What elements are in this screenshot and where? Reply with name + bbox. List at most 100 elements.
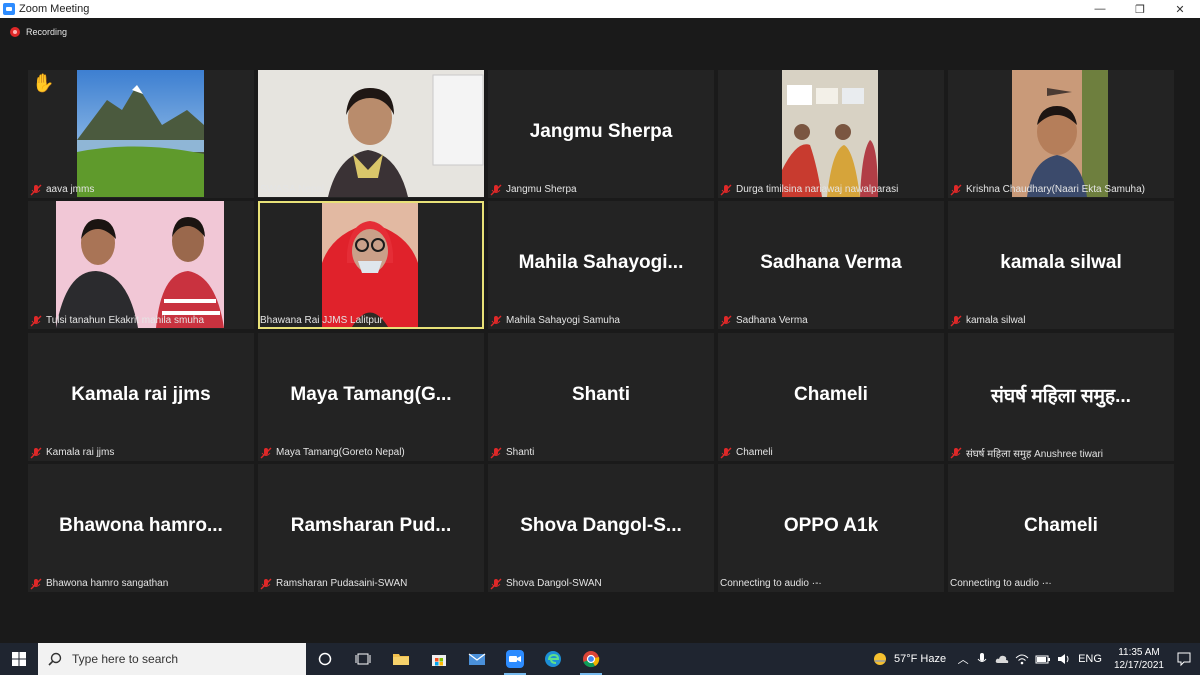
connecting-status: Connecting to audio ·-· xyxy=(950,578,1052,589)
participant-label: Chameli xyxy=(720,445,773,460)
mic-muted-icon xyxy=(950,184,962,195)
chrome-button[interactable] xyxy=(572,643,610,675)
mic-muted-icon xyxy=(30,315,42,326)
weather-widget[interactable]: 57°F Haze xyxy=(872,651,946,667)
participant-display-name: Sadhana Verma xyxy=(760,252,902,274)
taskbar-search-input[interactable]: Type here to search xyxy=(38,643,306,675)
recording-indicator[interactable]: Recording xyxy=(10,27,67,37)
mail-button[interactable] xyxy=(458,643,496,675)
participant-name: Chameli xyxy=(736,447,773,458)
participant-label: Shanti xyxy=(490,445,534,460)
task-view-button[interactable] xyxy=(344,643,382,675)
mic-muted-icon xyxy=(950,447,962,458)
folder-icon xyxy=(393,654,409,665)
volume-icon[interactable] xyxy=(1057,652,1071,666)
participant-label: Tulsi tanahun Ekakrit mahila smuha xyxy=(30,313,204,328)
participant-tile[interactable]: Jangmu Sherpa Jangmu Sherpa xyxy=(488,70,714,198)
clock-date: 12/17/2021 xyxy=(1113,660,1164,671)
battery-icon[interactable] xyxy=(1035,652,1051,666)
search-icon xyxy=(48,652,62,666)
chevron-up-icon[interactable]: ︿ xyxy=(954,651,972,667)
cortana-button[interactable] xyxy=(306,643,344,675)
store-button[interactable] xyxy=(420,643,458,675)
windows-logo-icon xyxy=(12,652,26,666)
mic-muted-icon xyxy=(260,578,272,589)
participant-tile[interactable]: Chameli Connecting to audio ·-· xyxy=(948,464,1174,592)
participant-label: Connecting to audio ·-· xyxy=(950,576,1052,591)
participant-label: Ramsharan Pudasaini-SWAN xyxy=(260,576,407,591)
participant-name: Tulsi tanahun Ekakrit mahila smuha xyxy=(46,315,205,326)
mic-muted-icon xyxy=(490,578,502,589)
participant-display-name: kamala silwal xyxy=(1000,252,1122,274)
participant-display-name: Ramsharan Pud... xyxy=(290,515,452,537)
participant-label: Krishna Chaudhary(Naari Ekta Samuha) xyxy=(950,182,1145,197)
participant-label: Maya Tamang(Goreto Nepal) xyxy=(260,445,405,460)
participant-tile[interactable]: Bhawona hamro... Bhawona hamro sangathan xyxy=(28,464,254,592)
participant-tile[interactable]: Shova Dangol-S... Shova Dangol-SWAN xyxy=(488,464,714,592)
file-explorer-button[interactable] xyxy=(382,643,420,675)
mic-muted-icon xyxy=(490,447,502,458)
participant-name: Shanti xyxy=(506,447,535,458)
wifi-icon[interactable] xyxy=(1015,652,1029,666)
participant-tile[interactable]: Chameli Chameli xyxy=(718,333,944,461)
participant-tile[interactable]: संघर्ष महिला समुह... संघर्ष महिला समुह A… xyxy=(948,333,1174,461)
participant-tile[interactable]: Krishna Chaudhary(Naari Ekta Samuha) xyxy=(948,70,1174,198)
participant-label: Connecting to audio ·-· xyxy=(720,576,822,591)
participant-name: Jangmu Sherpa xyxy=(506,184,577,195)
edge-button[interactable] xyxy=(534,643,572,675)
zoom-app-icon xyxy=(3,3,15,15)
participant-tile[interactable]: Shanti Shanti xyxy=(488,333,714,461)
participant-label: Kamala rai jjms xyxy=(30,445,114,460)
participant-name: Mahila Sahayogi Samuha xyxy=(506,315,620,326)
maximize-button[interactable]: ❐ xyxy=(1120,0,1160,18)
notifications-icon[interactable] xyxy=(1176,651,1192,667)
participant-tile[interactable]: ✋ aava jmms xyxy=(28,70,254,198)
participant-video xyxy=(56,201,224,328)
microphone-icon[interactable] xyxy=(975,652,989,666)
participant-display-name: Shova Dangol-S... xyxy=(520,515,682,537)
cortana-icon xyxy=(318,652,332,666)
participant-tile[interactable]: Durga timilsina nariawaj nawalparasi xyxy=(718,70,944,198)
mic-muted-icon xyxy=(720,184,732,195)
participant-display-name: Maya Tamang(G... xyxy=(290,384,452,406)
minimize-button[interactable]: — xyxy=(1080,0,1120,18)
participant-name: kamala silwal xyxy=(966,315,1026,326)
participant-display-name: संघर्ष महिला समुह... xyxy=(991,385,1131,407)
participant-name: Shova Dangol-SWAN xyxy=(506,578,602,589)
participant-tile[interactable]: Maya Tamang(G... Maya Tamang(Goreto Nepa… xyxy=(258,333,484,461)
participant-name: Ramsharan Pudasaini-SWAN xyxy=(276,578,408,589)
participant-tile[interactable]: Kamala rai jjms Kamala rai jjms xyxy=(28,333,254,461)
participant-tile[interactable]: SWASA Nepal xyxy=(258,70,484,198)
participant-name: Kamala rai jjms xyxy=(46,447,115,458)
participant-name: संघर्ष महिला समुह Anushree tiwari xyxy=(966,448,1104,460)
connecting-status: Connecting to audio ·-· xyxy=(720,578,822,589)
start-button[interactable] xyxy=(0,643,38,675)
search-placeholder: Type here to search xyxy=(72,652,179,666)
zoom-taskbar-button[interactable] xyxy=(496,643,534,675)
participant-tile[interactable]: Mahila Sahayogi... Mahila Sahayogi Samuh… xyxy=(488,201,714,329)
window-controls: — ❐ ✕ xyxy=(1080,0,1200,18)
participant-label: Shova Dangol-SWAN xyxy=(490,576,602,591)
window-title: Zoom Meeting xyxy=(19,3,90,15)
participant-name: Durga timilsina nariawaj nawalparasi xyxy=(736,184,899,195)
mic-muted-icon xyxy=(30,447,42,458)
meeting-stage: Recording ✋ aava jmms SWASA Nepal Jangmu… xyxy=(0,18,1200,643)
participant-tile[interactable]: kamala silwal kamala silwal xyxy=(948,201,1174,329)
participant-display-name: Chameli xyxy=(1024,515,1098,537)
participant-tile[interactable]: Ramsharan Pud... Ramsharan Pudasaini-SWA… xyxy=(258,464,484,592)
participant-display-name: Chameli xyxy=(794,384,868,406)
participant-tile[interactable]: Sadhana Verma Sadhana Verma xyxy=(718,201,944,329)
clock[interactable]: 11:35 AM 12/17/2021 xyxy=(1114,646,1164,672)
cloud-icon[interactable] xyxy=(995,652,1009,666)
language-indicator[interactable]: ENG xyxy=(1078,653,1102,665)
participant-tile[interactable]: Tulsi tanahun Ekakrit mahila smuha xyxy=(28,201,254,329)
active-speaker-tile[interactable]: Bhawana Rai JJMS Lalitpur xyxy=(258,201,484,329)
participant-name: Sadhana Verma xyxy=(736,315,808,326)
store-icon xyxy=(432,655,446,666)
system-tray: 57°F Haze ︿ ENG 11:35 AM 12/17/2021 xyxy=(872,643,1200,675)
participant-label: Sadhana Verma xyxy=(720,313,808,328)
raised-hand-icon: ✋ xyxy=(32,73,55,93)
participant-tile[interactable]: OPPO A1k Connecting to audio ·-· xyxy=(718,464,944,592)
close-button[interactable]: ✕ xyxy=(1160,0,1200,18)
chrome-icon xyxy=(583,651,600,668)
